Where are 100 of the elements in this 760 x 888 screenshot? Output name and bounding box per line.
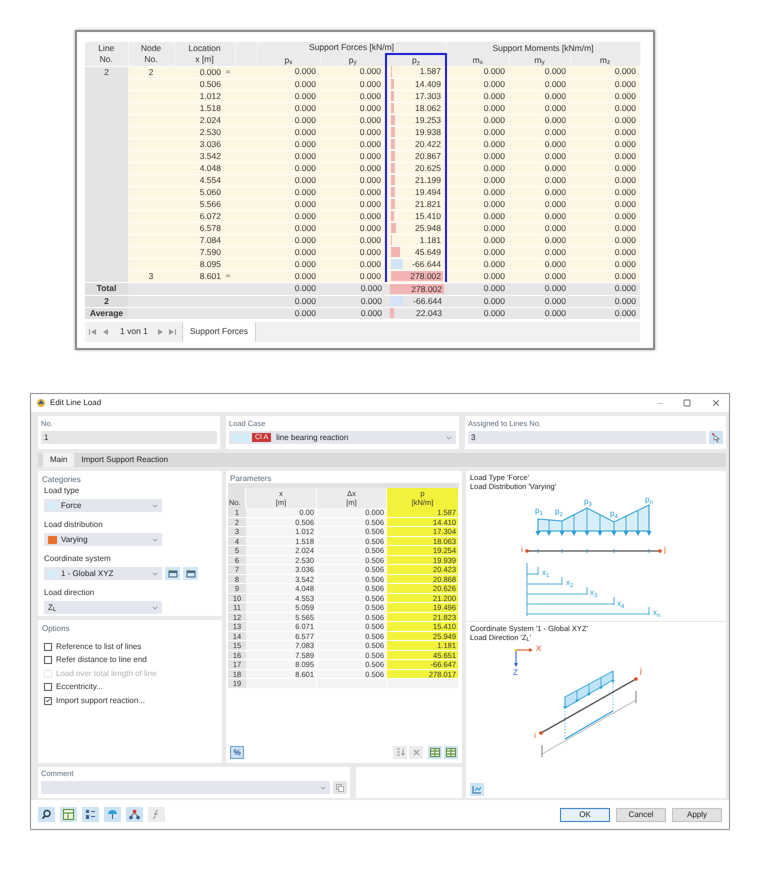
dropdown[interactable]: Varying (44, 533, 162, 546)
cell-value: 5.566 (200, 198, 221, 210)
load-label: p$_{3}$ (584, 497, 592, 506)
table-cell: 0.000 (570, 270, 640, 282)
table-cell: 0.000 (509, 198, 570, 210)
table-cell: 0.000 (257, 78, 320, 90)
table-cell: 0.000 (570, 198, 640, 210)
table-cell: 0.000 (320, 222, 386, 234)
table-cell: Average (85, 307, 128, 319)
number-field[interactable]: 1 (41, 431, 217, 444)
list-icon[interactable] (82, 807, 99, 822)
sort-icon[interactable] (393, 746, 407, 758)
function-icon[interactable] (148, 807, 165, 822)
table-cell: 0.000 (570, 258, 640, 270)
table-cell: 0.000 (257, 138, 320, 150)
table-cell: 0.000 (320, 246, 386, 258)
table-cell: 0.000 (446, 246, 510, 258)
table-cell: 0.000 (446, 78, 510, 90)
checkbox[interactable] (44, 642, 52, 651)
checkbox[interactable] (44, 656, 52, 664)
table-cell: 0.000 (509, 138, 570, 150)
previous-page-icon[interactable] (103, 328, 108, 334)
table-cell: 0.000 (509, 174, 570, 186)
delete-icon[interactable] (409, 746, 423, 758)
table-cell: 0.000 (320, 90, 386, 102)
maximize-icon[interactable] (683, 399, 691, 407)
table-cell: 0.000 (257, 102, 320, 114)
search-icon[interactable] (38, 807, 55, 822)
new-window-icon[interactable] (165, 567, 180, 580)
checkbox-label: Import support reaction... (56, 694, 145, 707)
last-page-icon[interactable] (168, 328, 176, 334)
table-cell: 0.000 (320, 234, 386, 246)
table-cell: 0.000 (509, 186, 570, 198)
section-title: Categories (42, 474, 82, 486)
table-cell: 2 (85, 295, 128, 307)
check-icon (45, 697, 51, 704)
table-cell: 0.000 (570, 90, 640, 102)
dialog-tab[interactable]: Main (43, 453, 74, 467)
cell-value: 20.625 (415, 162, 442, 172)
display-options-icon[interactable] (470, 783, 484, 796)
table-cell: 0.000 (570, 102, 640, 114)
table-icon[interactable] (428, 746, 442, 758)
cell-value: 6.578 (200, 222, 221, 234)
group-header: Support Forces [kN/m] (257, 42, 446, 54)
table-cell: 0.000 (509, 258, 570, 270)
table-cell: 0.000 (570, 126, 640, 138)
dropdown[interactable]: Force (44, 499, 162, 512)
cell-value: 22.043 (416, 308, 442, 318)
dropdown[interactable]: Z$_{L}$ (44, 601, 162, 614)
cell-value: -66.644 (413, 296, 442, 306)
table-cell: 0.000 (446, 174, 510, 186)
close-icon[interactable] (711, 398, 721, 408)
column-header: Line No. (85, 42, 128, 66)
table-cell: 0.000 (446, 90, 510, 102)
cell-value: 20.422 (415, 138, 442, 148)
dialog-button[interactable]: Cancel (616, 808, 666, 822)
checkbox[interactable] (44, 696, 52, 705)
percent-button[interactable]: % (230, 746, 244, 758)
cell-value: 20.867 (415, 150, 442, 160)
cell-value: 4.554 (200, 174, 221, 186)
table-cell: 0.000 (320, 162, 386, 174)
dropdown[interactable]: 1 - Global XYZ (44, 567, 162, 580)
checkbox-label: Load over total length of line (56, 668, 157, 680)
cell-value: 3.036 (200, 138, 221, 150)
cell-value: 7.084 (200, 234, 221, 246)
table-cell: 0.000 (446, 66, 510, 78)
window-icon[interactable] (183, 567, 198, 580)
table-cell: 0.000 (257, 210, 320, 222)
first-page-icon[interactable] (89, 328, 96, 334)
network-icon[interactable] (126, 807, 143, 822)
table-cell: 0.000 (320, 126, 386, 138)
cell-value: 0.506 (200, 78, 221, 90)
dialog-button[interactable]: Apply (672, 808, 722, 822)
table-cell: 0.000 (509, 150, 570, 162)
cell-value: 2.024 (200, 114, 221, 126)
lines-field[interactable]: 3 (468, 431, 706, 444)
copy-icon[interactable] (333, 781, 347, 794)
window-title: Edit Line Load (50, 397, 102, 409)
table-cell: 0.000 (446, 198, 510, 210)
table-cell: 0.000 (257, 90, 320, 102)
dialog-tab[interactable]: Import Support Reaction (74, 453, 176, 467)
table-cell: 0.000 (257, 307, 320, 319)
cursor-icon[interactable] (709, 431, 723, 444)
table-icon[interactable] (444, 746, 458, 758)
next-page-icon[interactable] (158, 328, 163, 334)
field-label: Load type (44, 486, 80, 496)
table-cell: 0.000 (570, 174, 640, 186)
table-icon[interactable] (60, 807, 77, 822)
table-cell: 0.000 (320, 150, 386, 162)
table-cell: 0.000 (446, 126, 510, 138)
table-cell: 0.000 (570, 138, 640, 150)
table-cell: 0.000 (446, 295, 510, 307)
dimension-label: x$_{3}$ (590, 588, 598, 597)
table-cell: 0.000 (257, 186, 320, 198)
node-label: i (534, 731, 536, 740)
sheet-tab[interactable]: Support Forces (182, 322, 256, 342)
dialog-button[interactable]: OK (560, 808, 610, 822)
umbrella-icon[interactable] (104, 807, 121, 822)
cell-value: 21.199 (415, 174, 442, 184)
checkbox[interactable] (44, 683, 52, 692)
